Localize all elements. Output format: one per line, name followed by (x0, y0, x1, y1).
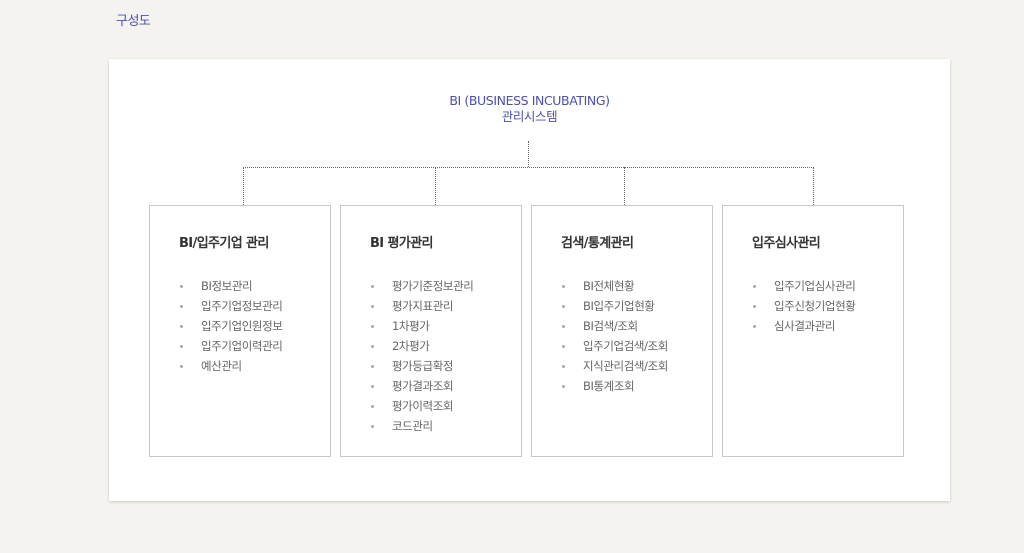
module-item: 평가결과조회 (370, 376, 473, 396)
connector-branch-1 (243, 167, 244, 205)
module-item: 입주기업정보관리 (179, 296, 283, 316)
module-item: 입주기업검색/조회 (561, 336, 668, 356)
module-item: BI입주기업현황 (561, 296, 668, 316)
connector-branch-2 (435, 167, 436, 205)
module-item: 지식관리검색/조회 (561, 356, 668, 376)
module-box-search-stats: 검색/통계관리 BI전체현황 BI입주기업현황 BI검색/조회 입주기업검색/조… (531, 205, 713, 457)
module-item: 심사결과관리 (752, 316, 855, 336)
module-item: BI통계조회 (561, 376, 668, 396)
module-item: 예산관리 (179, 356, 282, 376)
root-node-line1: BI (BUSINESS INCUBATING) (449, 93, 610, 108)
module-item: 평가지표관리 (370, 296, 473, 316)
module-box-screening: 입주심사관리 입주기업심사관리 입주신청기업현황 심사결과관리 (722, 205, 904, 457)
module-item-list: BI정보관리 입주기업정보관리 입주기업인원정보 입주기업이력관리 예산관리 (179, 276, 283, 376)
module-box-evaluation: BI 평가관리 평가기준정보관리 평가지표관리 1차평가 2차평가 평가등급확정… (340, 205, 522, 457)
module-item: BI검색/조회 (561, 316, 668, 336)
module-item: 입주기업이력관리 (179, 336, 283, 356)
connector-bus (243, 167, 814, 168)
connector-branch-3 (624, 167, 625, 205)
module-title: BI 평가관리 (370, 236, 434, 251)
module-item: 평가등급확정 (370, 356, 473, 376)
module-item: BI전체현황 (561, 276, 668, 296)
module-item: 2차평가 (370, 336, 473, 356)
root-node-line2: 관리시스템 (501, 109, 558, 124)
module-item: 입주신청기업현황 (752, 296, 856, 316)
module-item-list: BI전체현황 BI입주기업현황 BI검색/조회 입주기업검색/조회 지식관리검색… (561, 276, 668, 396)
module-title: 검색/통계관리 (561, 236, 634, 251)
module-box-bi-company: BI/입주기업 관리 BI정보관리 입주기업정보관리 입주기업인원정보 입주기업… (149, 205, 331, 457)
diagram-panel: BI (BUSINESS INCUBATING) 관리시스템 BI/입주기업 관… (109, 59, 950, 501)
module-item: 코드관리 (370, 416, 473, 436)
module-item-list: 입주기업심사관리 입주신청기업현황 심사결과관리 (752, 276, 856, 336)
module-title: 입주심사관리 (752, 236, 821, 251)
connector-root (528, 141, 529, 167)
module-item-list: 평가기준정보관리 평가지표관리 1차평가 2차평가 평가등급확정 평가결과조회 … (370, 276, 474, 436)
module-item: 입주기업심사관리 (752, 276, 856, 296)
connector-branch-4 (813, 167, 814, 205)
root-node: BI (BUSINESS INCUBATING) 관리시스템 (109, 93, 950, 125)
page-title: 구성도 (116, 14, 151, 29)
module-item: BI정보관리 (179, 276, 282, 296)
module-item: 1차평가 (370, 316, 473, 336)
module-title: BI/입주기업 관리 (179, 236, 269, 251)
module-item: 평가이력조회 (370, 396, 473, 416)
module-item: 평가기준정보관리 (370, 276, 474, 296)
module-item: 입주기업인원정보 (179, 316, 283, 336)
